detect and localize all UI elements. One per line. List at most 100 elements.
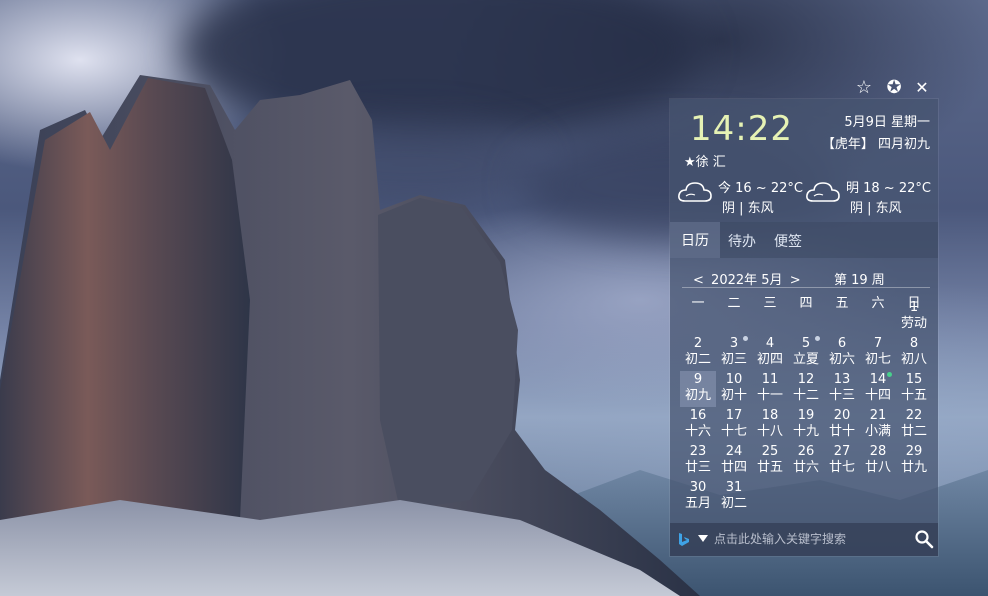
calendar-day[interactable]: 17 十七: [716, 407, 752, 443]
calendar-day[interactable]: 11 十一: [752, 371, 788, 407]
day-number: 8: [909, 336, 919, 351]
calendar-day[interactable]: 20 廿十: [824, 407, 860, 443]
tab-notes[interactable]: 便签: [774, 231, 802, 251]
calendar-day[interactable]: 19 十九: [788, 407, 824, 443]
day-number: 28: [869, 444, 887, 459]
close-icon[interactable]: ✕: [911, 76, 933, 98]
calendar-day[interactable]: 13 十三: [824, 371, 860, 407]
lunar-day-label: 十三: [828, 388, 855, 403]
weekday-label: 四: [799, 296, 813, 311]
calendar-day[interactable]: 1 劳动: [896, 299, 932, 335]
day-number: 27: [833, 444, 851, 459]
weather-today[interactable]: 今 16 ~ 22°C 阴 | 东风: [670, 175, 803, 219]
lunar-day-label: 初七: [864, 352, 891, 367]
week-number: 第 19 周: [834, 273, 885, 288]
lunar-day-label: 十九: [792, 424, 819, 439]
calendar-day[interactable]: 10 初十: [716, 371, 752, 407]
lunar-day-label: 初十: [720, 388, 747, 403]
calendar-day[interactable]: 31 初二: [716, 479, 752, 515]
weather-today-condition: 阴 | 东风: [722, 201, 774, 216]
lunar-day-label: 十二: [792, 388, 819, 403]
location-label[interactable]: ★徐 汇: [684, 151, 726, 170]
event-marker-dot: [815, 336, 820, 341]
cloud-icon: [678, 182, 712, 202]
day-number: 24: [725, 444, 743, 459]
triangle-down-icon[interactable]: [698, 535, 708, 542]
event-marker-dot: [743, 336, 748, 341]
lunar-day-label: 十七: [720, 424, 747, 439]
next-month-button[interactable]: >: [787, 273, 804, 288]
calendar-day[interactable]: 4 初四: [752, 335, 788, 371]
weekday-label: 六: [871, 296, 885, 311]
lunar-day-label: 廿二: [900, 424, 927, 439]
day-number: 7: [873, 336, 883, 351]
day-number: 10: [725, 372, 743, 387]
magnifier-icon[interactable]: [914, 529, 934, 549]
lunar-day-label: 初二: [684, 352, 711, 367]
weekday-label: 三: [763, 296, 777, 311]
day-number: 31: [725, 480, 743, 495]
calendar-day[interactable]: 16 十六: [680, 407, 716, 443]
favorite-icon[interactable]: ✪: [883, 76, 905, 98]
calendar-widget: 14:22 5月9日 星期一 【虎年】 四月初九 ★徐 汇 今 16 ~ 22°…: [670, 99, 938, 556]
weather-tomorrow[interactable]: 明 18 ~ 22°C 阴 | 东风: [798, 175, 931, 219]
tab-todo[interactable]: 待办: [728, 231, 756, 251]
calendar-day[interactable]: 3 初三: [716, 335, 752, 371]
day-number: 6: [837, 336, 847, 351]
calendar-day[interactable]: 26 廿六: [788, 443, 824, 479]
lunar-day-label: 十六: [684, 424, 711, 439]
day-number: 16: [689, 408, 707, 423]
day-number: 18: [761, 408, 779, 423]
calendar-day-today[interactable]: 9 初九: [680, 371, 716, 407]
calendar-day[interactable]: 18 十八: [752, 407, 788, 443]
calendar-day[interactable]: 5 立夏: [788, 335, 824, 371]
day-number: 17: [725, 408, 743, 423]
calendar-day[interactable]: 29 廿九: [896, 443, 932, 479]
lunar-day-label: 十八: [756, 424, 783, 439]
day-number: 1: [909, 300, 919, 315]
day-number: 25: [761, 444, 779, 459]
prev-month-button[interactable]: <: [690, 273, 707, 288]
day-number: 23: [689, 444, 707, 459]
bing-icon[interactable]: [678, 532, 690, 547]
weather-today-temp: 今 16 ~ 22°C: [718, 181, 803, 196]
calendar-day[interactable]: 24 廿四: [716, 443, 752, 479]
lunar-day-label: 十五: [900, 388, 927, 403]
calendar-day[interactable]: 25 廿五: [752, 443, 788, 479]
date-text: 5月9日 星期一: [844, 115, 930, 130]
calendar-day[interactable]: 14 十四: [860, 371, 896, 407]
day-number: 26: [797, 444, 815, 459]
calendar-day[interactable]: 22 廿二: [896, 407, 932, 443]
calendar-day[interactable]: 15 十五: [896, 371, 932, 407]
calendar-day[interactable]: 30 五月: [680, 479, 716, 515]
day-number: 19: [797, 408, 815, 423]
day-number: 29: [905, 444, 923, 459]
calendar-day[interactable]: 28 廿八: [860, 443, 896, 479]
calendar-day[interactable]: 23 廿三: [680, 443, 716, 479]
day-number: 12: [797, 372, 815, 387]
day-number: 13: [833, 372, 851, 387]
calendar-day[interactable]: 12 十二: [788, 371, 824, 407]
calendar-day[interactable]: 7 初七: [860, 335, 896, 371]
event-marker-dot: [887, 372, 892, 377]
calendar-day[interactable]: 8 初八: [896, 335, 932, 371]
calendar-day[interactable]: 27 廿七: [824, 443, 860, 479]
weather-tomorrow-condition: 阴 | 东风: [850, 201, 902, 216]
calendar-day[interactable]: 21 小满: [860, 407, 896, 443]
cloud-icon: [806, 182, 840, 202]
lunar-day-label: 初四: [756, 352, 783, 367]
lunar-day-label: 小满: [864, 424, 891, 439]
tab-calendar[interactable]: 日历: [670, 222, 720, 258]
weekday-label: 五: [835, 296, 849, 311]
search-bar: [670, 523, 938, 556]
lunar-day-label: 初九: [684, 388, 711, 403]
calendar-day[interactable]: 6 初六: [824, 335, 860, 371]
day-number: 2: [693, 336, 703, 351]
lunar-day-label: 初六: [828, 352, 855, 367]
lunar-day-label: 十一: [756, 388, 783, 403]
search-input[interactable]: [714, 529, 884, 549]
calendar-day[interactable]: 2 初二: [680, 335, 716, 371]
lunar-day-label: 廿三: [684, 460, 711, 475]
lunar-day-label: 十四: [864, 388, 891, 403]
star-icon[interactable]: ☆: [853, 76, 875, 98]
